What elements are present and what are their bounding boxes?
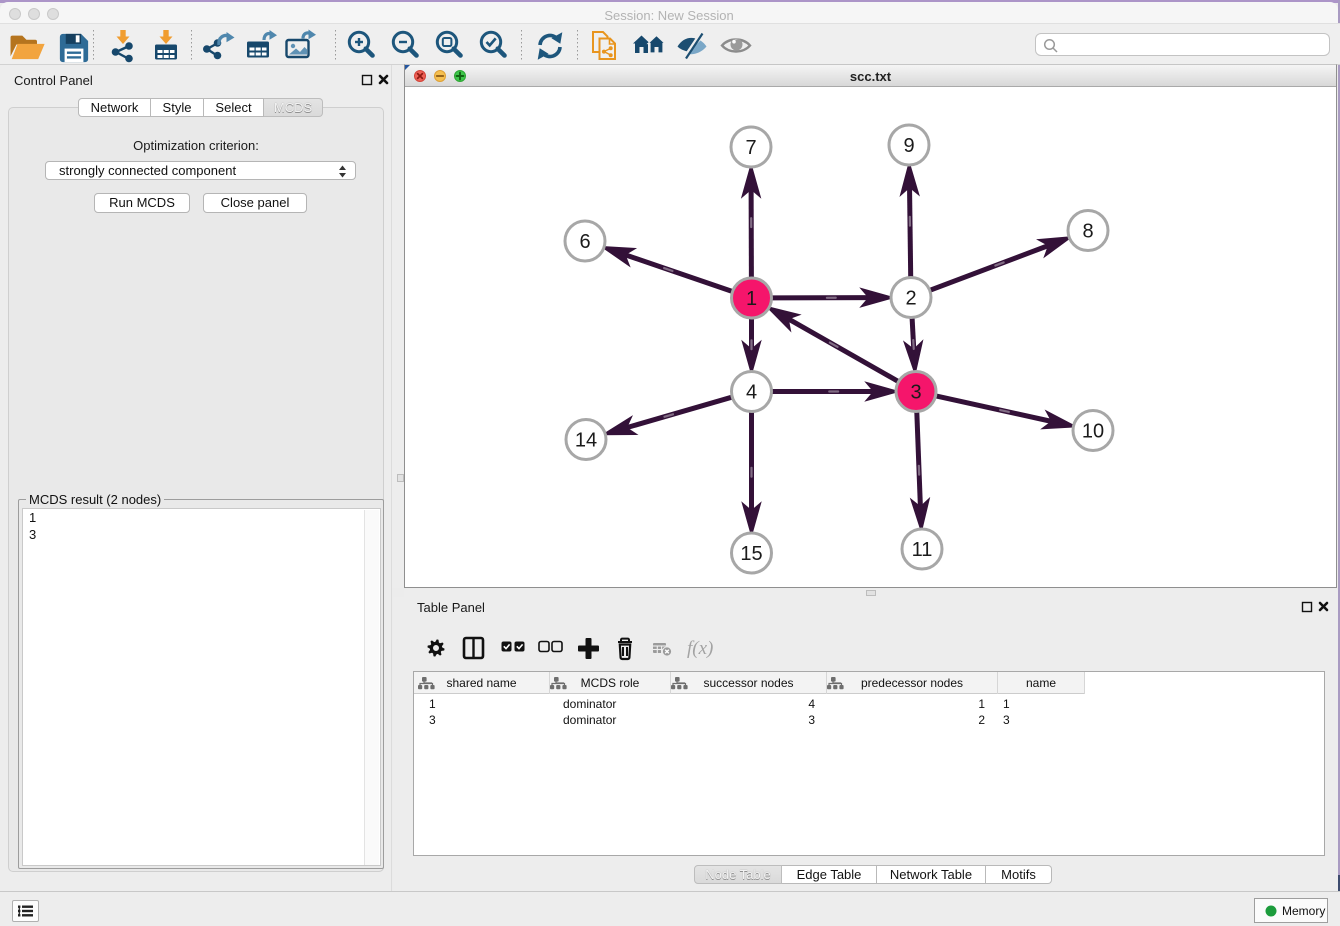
svg-text:f(x): f(x) bbox=[687, 638, 713, 659]
svg-text:3: 3 bbox=[910, 382, 921, 404]
svg-text:10: 10 bbox=[1082, 421, 1104, 443]
svg-text:7: 7 bbox=[745, 137, 756, 159]
svg-text:9: 9 bbox=[903, 135, 914, 157]
svg-text:4: 4 bbox=[746, 382, 757, 404]
svg-text:11: 11 bbox=[912, 539, 933, 561]
svg-text:8: 8 bbox=[1082, 221, 1093, 243]
svg-text:2: 2 bbox=[905, 288, 916, 310]
svg-text:1: 1 bbox=[746, 288, 757, 310]
svg-text:14: 14 bbox=[575, 430, 597, 452]
svg-text:6: 6 bbox=[579, 231, 590, 253]
svg-text:15: 15 bbox=[740, 543, 762, 565]
